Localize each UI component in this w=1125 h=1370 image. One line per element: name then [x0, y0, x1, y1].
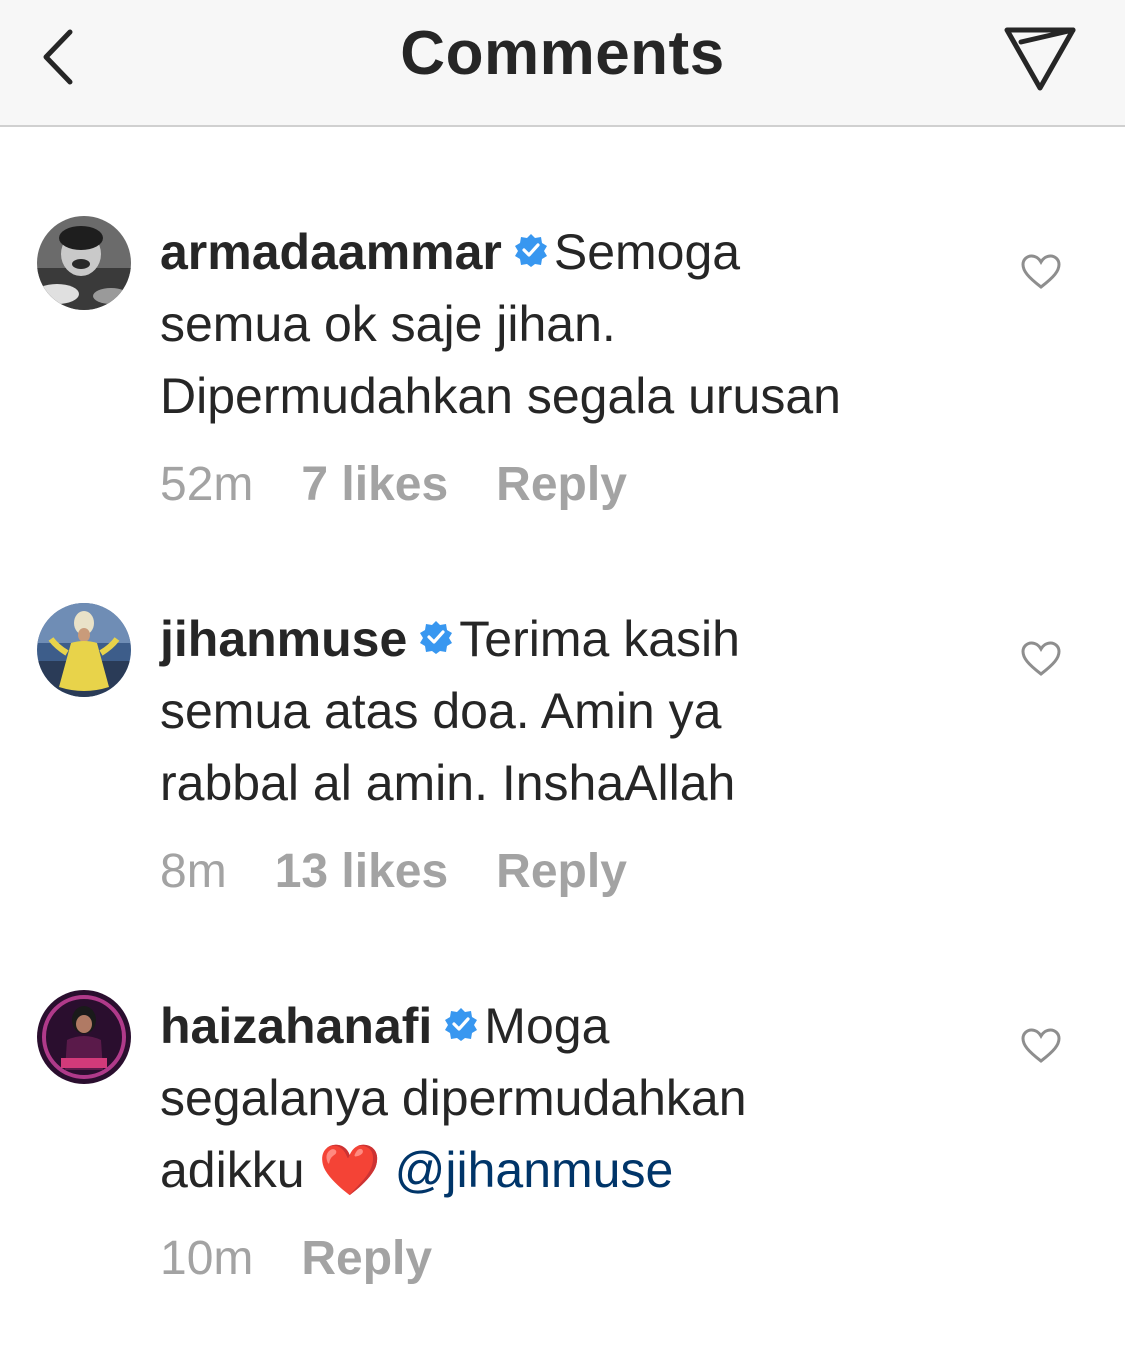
comment-line: Moga: [484, 998, 610, 1054]
avatar[interactable]: [37, 603, 131, 697]
username[interactable]: jihanmuse: [160, 611, 407, 667]
like-button[interactable]: [1020, 640, 1062, 678]
comment-line: rabbal al amin. InshaAllah: [160, 755, 736, 811]
username[interactable]: armadaammar: [160, 224, 502, 280]
heart-emoji: ❤️: [318, 1142, 381, 1198]
share-button[interactable]: [1000, 22, 1080, 94]
avatar[interactable]: [37, 216, 131, 310]
heart-outline-icon: [1021, 254, 1061, 289]
comment-meta: 52m 7 likes Reply: [160, 457, 675, 512]
heart-outline-icon: [1021, 1028, 1061, 1063]
reply-button[interactable]: Reply: [301, 1232, 432, 1285]
header-bar: Comments: [0, 0, 1125, 127]
comment-time: 10m: [160, 1232, 254, 1285]
comment-meta: 10m Reply: [160, 1231, 480, 1286]
verified-badge-icon: [514, 234, 547, 267]
avatar[interactable]: [37, 990, 131, 1084]
comment-line: semua atas doa. Amin ya: [160, 683, 722, 739]
comment-line: Semoga: [553, 224, 741, 280]
comment-line: Terima kasih: [459, 611, 740, 667]
like-button[interactable]: [1020, 1027, 1062, 1065]
like-button[interactable]: [1020, 253, 1062, 291]
comment-line: segalanya dipermudahkan: [160, 1070, 747, 1126]
reply-button[interactable]: Reply: [496, 845, 627, 898]
username[interactable]: haizahanafi: [160, 998, 432, 1054]
page-title: Comments: [400, 19, 725, 88]
comment-line: Dipermudahkan segala urusan: [160, 368, 841, 424]
comment-text: jihanmuse Terima kasih semua atas doa. Am…: [160, 603, 980, 819]
reply-button[interactable]: Reply: [496, 458, 627, 511]
comment-meta: 8m 13 likes Reply: [160, 844, 675, 899]
likes-count[interactable]: 13 likes: [275, 845, 448, 898]
comment-text: armadaammar Semoga semua ok saje jihan. D…: [160, 216, 980, 432]
paper-plane-icon: [1004, 27, 1076, 91]
comment-text: haizahanafi Moga segalanya dipermudahkan …: [160, 990, 980, 1206]
likes-count[interactable]: 7 likes: [301, 458, 448, 511]
mention-link[interactable]: @jihanmuse: [395, 1142, 674, 1198]
comment-time: 52m: [160, 458, 254, 511]
verified-badge-icon: [420, 621, 453, 654]
comment-line: semua ok saje jihan.: [160, 296, 616, 352]
comment-line: adikku: [160, 1142, 305, 1198]
comment-time: 8m: [160, 845, 227, 898]
heart-outline-icon: [1021, 641, 1061, 676]
verified-badge-icon: [445, 1008, 478, 1041]
